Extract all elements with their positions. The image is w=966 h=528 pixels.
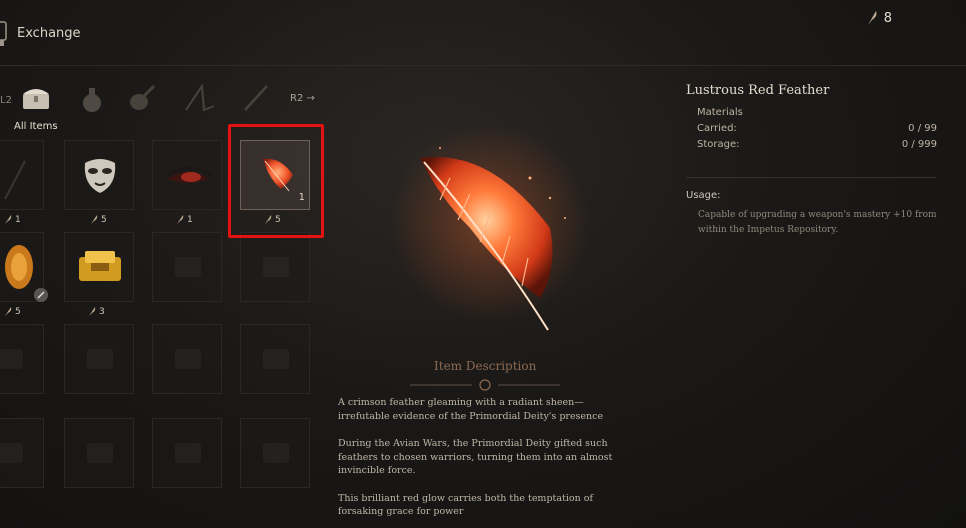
feather-icon bbox=[89, 307, 96, 316]
storage-label: Storage: bbox=[697, 139, 740, 150]
item-name: Lustrous Red Feather bbox=[686, 83, 830, 98]
currency-counter: 8 bbox=[866, 10, 892, 26]
carried-value: 0 / 99 bbox=[908, 123, 937, 134]
item-slot[interactable] bbox=[64, 140, 134, 210]
tab-label-all-items: All Items bbox=[14, 121, 58, 132]
usage-label: Usage: bbox=[686, 190, 721, 201]
page-title: Exchange bbox=[17, 26, 81, 41]
empty-slot[interactable] bbox=[240, 232, 310, 302]
gourd-icon bbox=[130, 84, 156, 110]
usage-text: Capable of upgrading a weapon's mastery … bbox=[698, 210, 937, 235]
description-paragraph: This brilliant red glow carries both the… bbox=[338, 492, 593, 518]
top-bar: Exchange 8 bbox=[0, 0, 966, 66]
ornament-divider bbox=[410, 379, 560, 391]
feather-icon bbox=[5, 215, 12, 224]
description-paragraph: A crimson feather gleaming with a radian… bbox=[338, 397, 604, 422]
staff-icon bbox=[244, 85, 268, 111]
empty-slot[interactable] bbox=[64, 324, 134, 394]
description-paragraph: During the Avian Wars, the Primordial De… bbox=[338, 438, 613, 476]
weapon-icon bbox=[185, 83, 215, 112]
feather-icon bbox=[4, 160, 26, 200]
item-meta: Materials Carried: 0 / 99 Storage: 0 / 9… bbox=[697, 107, 937, 155]
tab-staffs[interactable] bbox=[238, 78, 274, 118]
chest-icon bbox=[23, 89, 49, 109]
tab-next-hint[interactable]: R2 → bbox=[290, 93, 315, 104]
feather-icon bbox=[867, 11, 877, 25]
item-quantity: 3 bbox=[88, 306, 105, 317]
item-slot[interactable] bbox=[0, 140, 44, 210]
tab-prev-hint[interactable]: L2 bbox=[0, 95, 12, 106]
empty-slot[interactable] bbox=[240, 418, 310, 488]
empty-slot[interactable] bbox=[152, 232, 222, 302]
tab-all-items[interactable] bbox=[18, 78, 54, 118]
currency-value: 8 bbox=[883, 10, 892, 26]
item-slot[interactable] bbox=[0, 232, 48, 302]
tab-consumables[interactable] bbox=[74, 78, 110, 118]
item-quantity: 5 bbox=[4, 306, 21, 317]
description-heading: Item Description bbox=[434, 359, 537, 373]
empty-slot[interactable] bbox=[152, 324, 222, 394]
empty-slot[interactable] bbox=[64, 418, 134, 488]
empty-slot[interactable] bbox=[0, 418, 44, 488]
item-preview-feather bbox=[390, 123, 590, 331]
empty-slot[interactable] bbox=[0, 324, 44, 394]
exchange-icon bbox=[0, 21, 7, 46]
selection-highlight bbox=[228, 124, 324, 238]
carried-label: Carried: bbox=[697, 123, 737, 134]
item-quantity: 1 bbox=[4, 214, 21, 225]
empty-slot[interactable] bbox=[240, 324, 310, 394]
empty-slot[interactable] bbox=[152, 418, 222, 488]
item-details-panel: Lustrous Red Feather Materials Carried: … bbox=[686, 83, 937, 235]
item-quantity: 5 bbox=[90, 214, 107, 225]
item-category: Materials bbox=[697, 107, 743, 118]
mask-icon bbox=[84, 159, 116, 193]
divider bbox=[686, 177, 936, 178]
tab-weapons[interactable] bbox=[182, 78, 218, 118]
locked-icon bbox=[34, 288, 48, 302]
storage-value: 0 / 999 bbox=[901, 139, 937, 150]
gold-ingot-icon bbox=[79, 251, 121, 281]
eye-icon bbox=[164, 167, 212, 183]
feather-icon bbox=[177, 215, 184, 224]
feather-icon bbox=[5, 307, 12, 316]
tab-gourds[interactable] bbox=[124, 78, 160, 118]
item-description: A crimson feather gleaming with a radian… bbox=[338, 396, 628, 528]
feather-icon bbox=[91, 215, 98, 224]
item-slot[interactable] bbox=[152, 140, 222, 210]
item-slot[interactable] bbox=[64, 232, 134, 302]
item-quantity: 1 bbox=[176, 214, 193, 225]
pouch-icon bbox=[83, 88, 101, 112]
